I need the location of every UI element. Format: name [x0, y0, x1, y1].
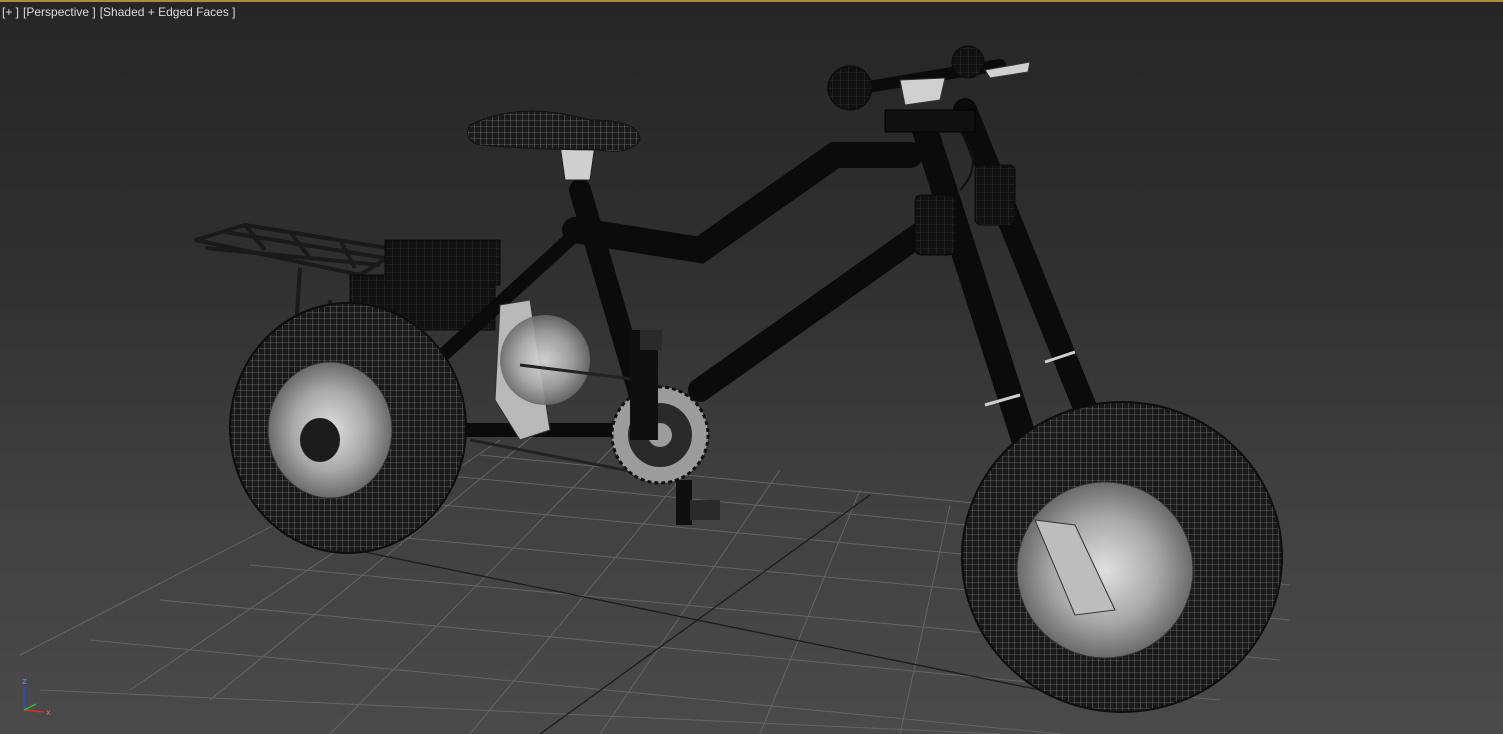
z-axis-label: z — [22, 677, 27, 687]
perspective-viewport[interactable]: [+ ] [Perspective ] [Shaded + Edged Faces … — [0, 0, 1503, 734]
seat-assembly — [467, 110, 641, 181]
x-axis-line — [23, 709, 45, 713]
y-axis-line — [23, 703, 37, 711]
axis-tripod-icon: z x — [22, 677, 51, 717]
viewport-scene[interactable] — [0, 0, 1503, 734]
viewport-label-bar: [+ ] [Perspective ] [Shaded + Edged Faces … — [2, 5, 239, 19]
rear-wheel — [229, 302, 467, 554]
viewport-shading-menu[interactable]: [Shaded + Edged Faces ] — [100, 5, 236, 19]
chainring — [610, 385, 710, 485]
front-wheel — [961, 401, 1283, 713]
viewport-view-menu[interactable]: [Perspective ] — [23, 5, 96, 19]
rear-drive-unit — [494, 299, 590, 441]
viewport-general-menu[interactable]: [+ ] — [2, 5, 19, 19]
x-axis-label: x — [46, 708, 51, 717]
